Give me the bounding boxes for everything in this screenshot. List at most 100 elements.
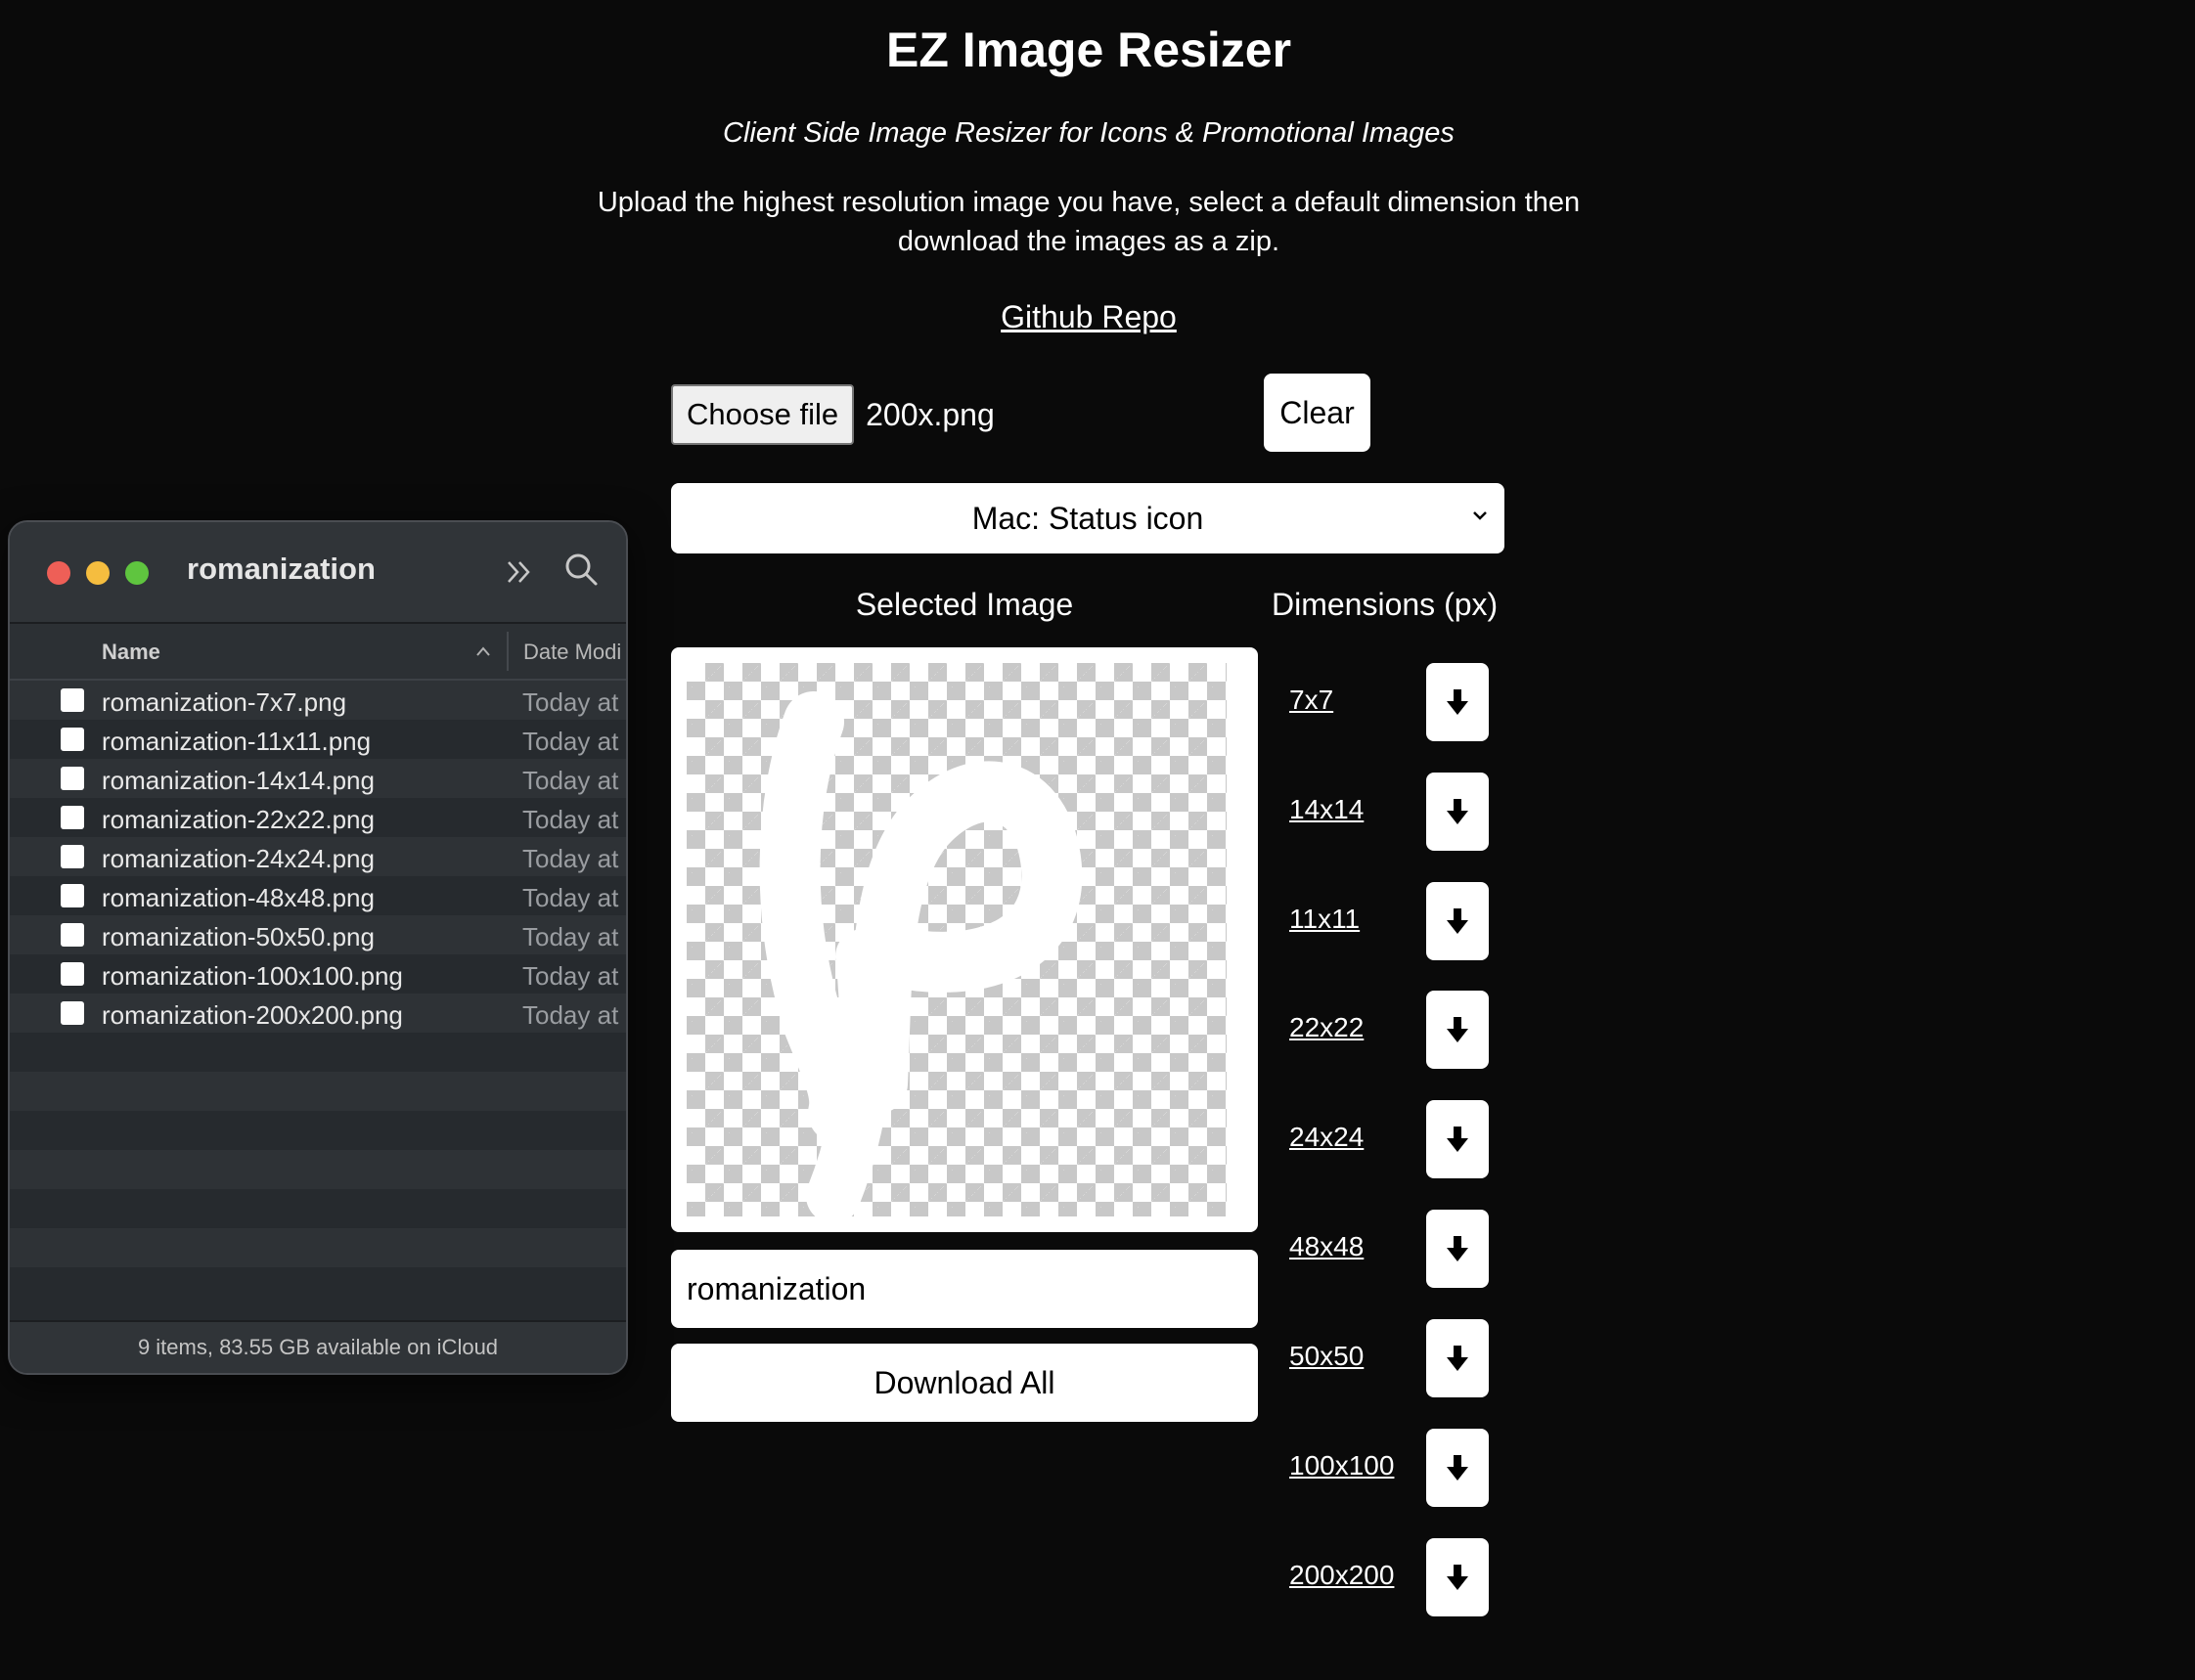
repo-link-container: Github Repo [0,299,2177,335]
file-checkbox[interactable] [61,688,84,712]
file-row[interactable]: romanization-22x22.png Today at [10,798,626,837]
file-checkbox[interactable] [61,884,84,907]
column-header-name[interactable]: Name [102,640,160,665]
file-checkbox[interactable] [61,806,84,829]
download-button[interactable] [1426,991,1489,1069]
empty-row [10,1111,626,1150]
output-name-input[interactable]: romanization [671,1250,1258,1328]
dimensions-header: Dimensions (px) [1272,587,1499,622]
chevron-down-icon [1473,511,1487,520]
column-divider[interactable] [507,632,509,671]
choose-file-button[interactable]: Choose file [671,384,855,445]
download-button[interactable] [1426,882,1489,960]
dimension-link[interactable]: 48x48 [1289,1231,1364,1262]
file-date: Today at [522,766,619,795]
file-checkbox[interactable] [61,1001,84,1025]
search-icon[interactable] [563,552,599,587]
download-arrow-icon [1447,1455,1468,1481]
clear-button[interactable]: Clear [1264,374,1370,452]
instructions-text: Upload the highest resolution image you … [597,187,1581,257]
close-window-button[interactable] [47,561,70,585]
dimension-link[interactable]: 24x24 [1289,1122,1364,1153]
file-checkbox[interactable] [61,767,84,790]
preset-selected-value: Mac: Status icon [971,500,1204,536]
dimension-row: 48x48 [1289,1210,1493,1288]
dimension-link[interactable]: 50x50 [1289,1341,1364,1372]
file-name: romanization-50x50.png [102,922,375,951]
file-checkbox[interactable] [61,923,84,947]
chevron-double-right-icon[interactable] [505,557,534,587]
download-button[interactable] [1426,1538,1489,1616]
download-arrow-icon [1447,1236,1468,1261]
dimension-row: 7x7 [1289,663,1493,741]
sort-ascending-icon[interactable] [475,645,491,657]
preview-glyph [759,691,1083,1216]
download-button[interactable] [1426,1210,1489,1288]
file-date: Today at [522,883,619,912]
file-checkbox[interactable] [61,962,84,986]
file-row[interactable]: romanization-50x50.png Today at [10,915,626,954]
dimension-link[interactable]: 100x100 [1289,1450,1394,1481]
finder-file-list: romanization-7x7.png Today at romanizati… [10,681,626,1306]
file-name: romanization-7x7.png [102,687,347,717]
empty-row [10,1189,626,1228]
file-date: Today at [522,805,619,834]
dimension-link[interactable]: 22x22 [1289,1012,1364,1043]
empty-row [10,1033,626,1072]
download-arrow-icon [1447,1565,1468,1590]
transparency-checkerboard [687,663,1227,1216]
dimension-row: 22x22 [1289,991,1493,1069]
minimize-window-button[interactable] [86,561,110,585]
finder-titlebar[interactable]: romanization [10,522,626,624]
file-name: romanization-14x14.png [102,766,375,795]
column-header-date[interactable]: Date Modi [523,640,621,665]
dimension-link[interactable]: 7x7 [1289,685,1333,716]
file-date: Today at [522,961,619,991]
file-row[interactable]: romanization-200x200.png Today at [10,994,626,1033]
app-subtitle: Client Side Image Resizer for Icons & Pr… [723,117,1455,149]
github-repo-link[interactable]: Github Repo [1001,299,1177,334]
download-arrow-icon [1447,1127,1468,1152]
download-arrow-icon [1447,1346,1468,1371]
download-button[interactable] [1426,773,1489,851]
dimension-link[interactable]: 14x14 [1289,794,1364,825]
dimension-link[interactable]: 200x200 [1289,1560,1394,1591]
download-arrow-icon [1447,908,1468,934]
download-arrow-icon [1447,799,1468,824]
file-row[interactable]: romanization-14x14.png Today at [10,759,626,798]
app-title: EZ Image Resizer [885,22,1292,77]
file-row[interactable]: romanization-100x100.png Today at [10,954,626,994]
file-name: romanization-24x24.png [102,844,375,873]
finder-status-bar: 9 items, 83.55 GB available on iCloud [10,1320,626,1373]
file-row[interactable]: romanization-7x7.png Today at [10,681,626,720]
zoom-window-button[interactable] [125,561,149,585]
download-button[interactable] [1426,663,1489,741]
file-row[interactable]: romanization-24x24.png Today at [10,837,626,876]
file-row[interactable]: romanization-48x48.png Today at [10,876,626,915]
dimension-row: 14x14 [1289,773,1493,851]
dimension-row: 24x24 [1289,1100,1493,1178]
file-input-row: Choose file 200x.png [671,384,995,445]
dimension-link[interactable]: 11x11 [1289,904,1360,935]
download-all-button[interactable]: Download All [671,1344,1258,1422]
download-button[interactable] [1426,1100,1489,1178]
download-arrow-icon [1447,1017,1468,1042]
file-checkbox[interactable] [61,845,84,868]
dimension-row: 200x200 [1289,1538,1493,1616]
download-arrow-icon [1447,689,1468,715]
file-name: romanization-48x48.png [102,883,375,912]
preset-select[interactable]: Mac: Status icon [671,483,1504,553]
download-button[interactable] [1426,1429,1489,1507]
download-button[interactable] [1426,1319,1489,1397]
finder-window: romanization Name Date Modi romanization… [8,520,628,1375]
finder-column-header: Name Date Modi [10,624,626,681]
selected-file-name: 200x.png [866,396,995,432]
finder-title: romanization [187,552,376,586]
empty-row [10,1150,626,1189]
file-checkbox[interactable] [61,728,84,751]
file-date: Today at [522,727,619,756]
empty-row [10,1072,626,1111]
empty-row [10,1267,626,1306]
file-row[interactable]: romanization-11x11.png Today at [10,720,626,759]
dimension-row: 11x11 [1289,882,1493,960]
